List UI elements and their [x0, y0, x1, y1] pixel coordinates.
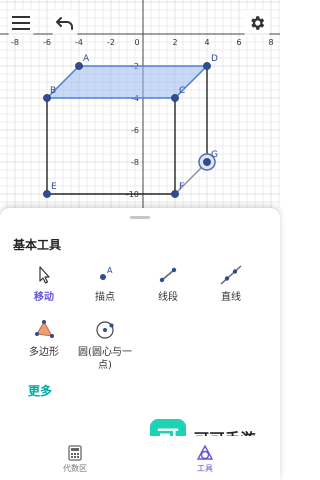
svg-text:A: A [107, 266, 113, 275]
x-tick-label: -8 [11, 38, 19, 47]
tool-line-button[interactable]: 直线 [200, 263, 262, 304]
nav-tools-label: 工具 [197, 464, 213, 473]
segment-icon [159, 267, 177, 283]
point-label-C: C [179, 86, 185, 96]
nav-algebra-label: 代数区 [63, 464, 87, 473]
point-E [43, 190, 51, 198]
calculator-icon [68, 445, 82, 461]
axes: -8-6-4-202468-2-4-6-8-10 [0, 0, 280, 208]
hamburger-menu-icon [12, 16, 30, 30]
point-label-B: B [50, 86, 56, 96]
tool-segment-button[interactable]: 线段 [137, 263, 199, 304]
tool-point-button[interactable]: A 描点 [74, 263, 136, 304]
tool-polygon-button[interactable]: 多边形 [13, 318, 75, 359]
tools-shapes-icon [197, 445, 213, 460]
point-G [203, 158, 211, 166]
x-tick-label: 0 [134, 38, 139, 47]
point-A [75, 62, 83, 70]
tool-circle-button[interactable]: 圆(圆心与一点) [74, 318, 136, 372]
more-tools-button[interactable]: 更多 [28, 382, 52, 399]
point-label-E: E [51, 182, 57, 192]
point-icon: A [100, 266, 113, 280]
undo-icon [56, 17, 73, 30]
polygon-icon [35, 320, 54, 338]
tool-polygon-label: 多边形 [29, 347, 59, 358]
cursor-arrow-icon [39, 266, 50, 284]
bottom-navigation: 代数区 工具 [0, 436, 280, 480]
point-label-G: G [211, 150, 218, 160]
menu-button[interactable] [8, 10, 34, 36]
x-tick-label: 2 [172, 38, 177, 47]
drag-handle[interactable] [130, 216, 150, 219]
tool-move-label: 移动 [34, 292, 54, 303]
point-label-F: F [179, 182, 184, 192]
nav-algebra-tab[interactable]: 代数区 [58, 445, 92, 474]
x-tick-label: -2 [107, 38, 115, 47]
line-icon [220, 265, 242, 285]
graphics-view[interactable]: -8-6-4-202468-2-4-6-8-10 ABCDEFG [0, 0, 280, 208]
settings-button[interactable] [244, 10, 270, 36]
grid [0, 0, 280, 208]
point-D [203, 62, 211, 70]
graph-canvas[interactable]: -8-6-4-202468-2-4-6-8-10 ABCDEFG [0, 0, 280, 208]
panel-title: 基本工具 [13, 238, 62, 252]
circle-center-point-icon [96, 321, 114, 339]
tool-line-label: 直线 [221, 292, 241, 303]
x-tick-label: -6 [43, 38, 51, 47]
point-C [171, 94, 179, 102]
x-tick-label: 4 [204, 38, 209, 47]
tool-circle-label: 圆(圆心与一点) [78, 347, 132, 371]
x-tick-label: 6 [236, 38, 241, 47]
point-label-D: D [211, 54, 218, 64]
y-tick-label: -6 [131, 126, 139, 135]
x-tick-label: 8 [268, 38, 273, 47]
gear-icon [251, 16, 265, 30]
y-tick-label: -8 [131, 158, 139, 167]
tool-move-button[interactable]: 移动 [13, 263, 75, 304]
tool-segment-label: 线段 [158, 292, 178, 303]
nav-tools-tab[interactable]: 工具 [190, 445, 220, 474]
tool-point-label: 描点 [95, 292, 115, 303]
point-F [171, 190, 179, 198]
x-tick-label: -4 [75, 38, 83, 47]
undo-button[interactable] [52, 10, 78, 36]
point-label-A: A [83, 54, 90, 64]
